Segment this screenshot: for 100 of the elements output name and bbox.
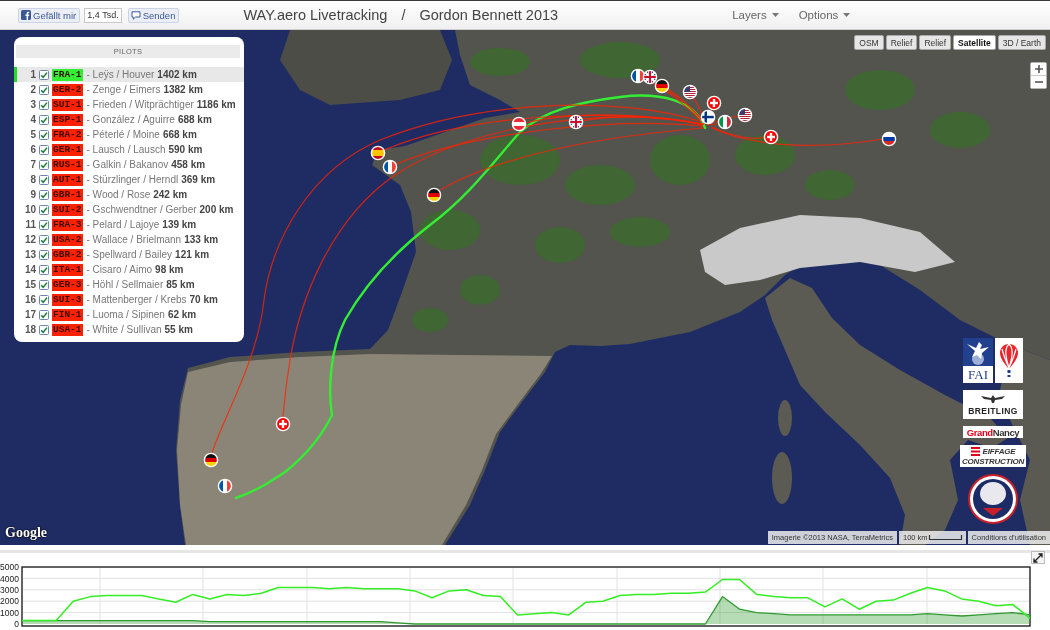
checkbox[interactable] — [39, 129, 49, 140]
crew-names: - Stürzlinger / Herndl — [86, 174, 179, 185]
rank-number: 17 — [23, 309, 36, 320]
checkbox[interactable] — [39, 204, 49, 215]
expand-icon — [1033, 552, 1043, 563]
flag-marker-icon[interactable] — [706, 95, 722, 111]
pilot-row[interactable]: 9 GBR-1 - Wood / Rose 242 km — [14, 187, 244, 202]
distance: 139 km — [162, 219, 197, 230]
map-type-button[interactable]: Satellite — [953, 35, 996, 50]
rank-number: 13 — [23, 249, 36, 260]
checkbox[interactable] — [39, 294, 49, 305]
zoom-in-button[interactable] — [1031, 63, 1046, 75]
pilot-row[interactable]: 18 USA-1 - White / Sullivan 55 km — [14, 322, 244, 337]
pilot-row[interactable]: 2 GER-2 - Zenge / Eimers 1382 km — [14, 82, 244, 97]
flag-marker-icon[interactable] — [630, 68, 646, 84]
forest-patch — [735, 135, 795, 175]
checkbox[interactable] — [39, 234, 49, 245]
checkbox[interactable] — [39, 189, 49, 200]
team-code: GER-1 — [52, 143, 83, 156]
map-type-button[interactable]: Relief — [919, 35, 952, 50]
team-code: ITA-1 — [52, 263, 83, 276]
forest-patch — [412, 308, 448, 332]
checkbox[interactable] — [39, 324, 49, 335]
flag-marker-icon[interactable] — [370, 145, 386, 161]
flag-marker-icon[interactable] — [568, 114, 584, 130]
crew-names: - Spellward / Bailey — [86, 249, 173, 260]
team-code: FIN-1 — [52, 308, 83, 321]
rank-number: 12 — [23, 234, 36, 245]
pilot-row[interactable]: 6 GER-1 - Lausch / Lausch 590 km — [14, 142, 244, 157]
map-type-button[interactable]: 3D / Earth — [997, 35, 1046, 50]
like-button[interactable]: Gefällt mir — [18, 7, 81, 23]
pilot-row[interactable]: 15 GER-3 - Höhl / Sellmaier 85 km — [14, 277, 244, 292]
pilot-row[interactable]: 14 ITA-1 - Cisaro / Aimo 98 km — [14, 262, 244, 277]
flag-marker-icon[interactable] — [203, 452, 219, 468]
checkbox[interactable] — [39, 99, 49, 110]
menu-button[interactable]: Layers — [732, 9, 779, 21]
pilot-row[interactable]: 12 USA-2 - Wallace / Brielmann 133 km — [14, 232, 244, 247]
crew-names: - Galkin / Bakanov — [86, 159, 169, 170]
pilot-row[interactable]: 11 FRA-3 - Pelard / Lajoye 139 km — [14, 217, 244, 232]
pilot-row[interactable]: 5 FRA-2 - Péterlé / Moine 668 km — [14, 127, 244, 142]
rank-number: 9 — [29, 189, 36, 200]
menu-button[interactable]: Options — [798, 9, 851, 21]
forest-patch — [565, 165, 635, 205]
map-type-button[interactable]: Relief — [885, 35, 918, 50]
checkbox[interactable] — [39, 279, 49, 290]
flag-marker-icon[interactable] — [717, 114, 733, 130]
pilot-row[interactable]: 7 RUS-1 - Galkin / Bakanov 458 km — [14, 157, 244, 172]
flag-marker-icon[interactable] — [763, 129, 779, 145]
map-type-button[interactable]: OSM — [854, 35, 884, 50]
axis-tick-label: 2000 — [0, 596, 19, 607]
distance: 1186 km — [196, 99, 236, 110]
checkbox[interactable] — [39, 219, 49, 230]
flag-marker-icon[interactable] — [511, 116, 527, 132]
distance: 668 km — [162, 129, 197, 140]
checkbox[interactable] — [39, 249, 49, 260]
pilot-row[interactable]: 16 SUI-3 - Mattenberger / Krebs 70 km — [14, 292, 244, 307]
team-code: GBR-2 — [52, 248, 83, 261]
crew-names: - Wood / Rose — [86, 189, 151, 200]
logo-text: CONSTRUCTION — [961, 456, 1024, 466]
send-button[interactable]: Senden — [127, 7, 180, 23]
flag-marker-icon[interactable] — [881, 131, 897, 147]
team-code: GER-3 — [52, 278, 83, 291]
pilot-row[interactable]: 3 SUI-1 - Frieden / Witprächtiger 1186 km — [14, 97, 244, 112]
island — [778, 400, 792, 436]
checkbox[interactable] — [39, 84, 49, 95]
flag-marker-icon[interactable] — [682, 84, 698, 100]
checkbox[interactable] — [39, 69, 49, 80]
pilot-row[interactable]: 8 AUT-1 - Stürzlinger / Herndl 369 km — [14, 172, 244, 187]
flag-marker-icon[interactable] — [426, 187, 442, 203]
flag-marker-icon[interactable] — [217, 478, 233, 494]
axis-tick-label: 0 — [14, 619, 19, 630]
flag-marker-icon[interactable] — [275, 416, 291, 432]
island — [772, 452, 792, 504]
crew-names: - Höhl / Sellmaier — [86, 279, 164, 290]
pilot-row[interactable]: 13 GBR-2 - Spellward / Bailey 121 km — [14, 247, 244, 262]
caret-icon — [771, 13, 779, 17]
checkbox[interactable] — [39, 174, 49, 185]
minus-icon — [1034, 81, 1043, 83]
event-title: Gordon Bennett 2013 — [419, 7, 559, 23]
checkbox[interactable] — [39, 264, 49, 275]
checkbox[interactable] — [39, 144, 49, 155]
flag-marker-icon[interactable] — [642, 69, 658, 85]
distance: 85 km — [166, 279, 195, 290]
pilot-row[interactable]: 4 ESP-1 - González / Aguirre 688 km — [14, 112, 244, 127]
distance: 688 km — [177, 114, 212, 125]
distance: 458 km — [171, 159, 206, 170]
speech-bubble-icon — [130, 10, 141, 20]
pilot-row[interactable]: 1 FRA-1 - Leÿs / Houver 1402 km — [14, 67, 244, 82]
scale-bar — [927, 531, 966, 544]
checkbox[interactable] — [39, 159, 49, 170]
expand-button[interactable] — [1031, 551, 1045, 564]
checkbox[interactable] — [39, 114, 49, 125]
checkbox[interactable] — [39, 309, 49, 320]
pilot-row[interactable]: 10 SUI-2 - Gschwendtner / Gerber 200 km — [14, 202, 244, 217]
flag-marker-icon[interactable] — [382, 159, 398, 175]
flag-marker-icon[interactable] — [700, 109, 716, 125]
flag-marker-icon[interactable] — [737, 107, 753, 123]
flag-marker-icon[interactable] — [654, 78, 670, 94]
crew-names: - Cisaro / Aimo — [86, 264, 153, 275]
pilot-row[interactable]: 17 FIN-1 - Luoma / Sipinen 62 km — [14, 307, 244, 322]
